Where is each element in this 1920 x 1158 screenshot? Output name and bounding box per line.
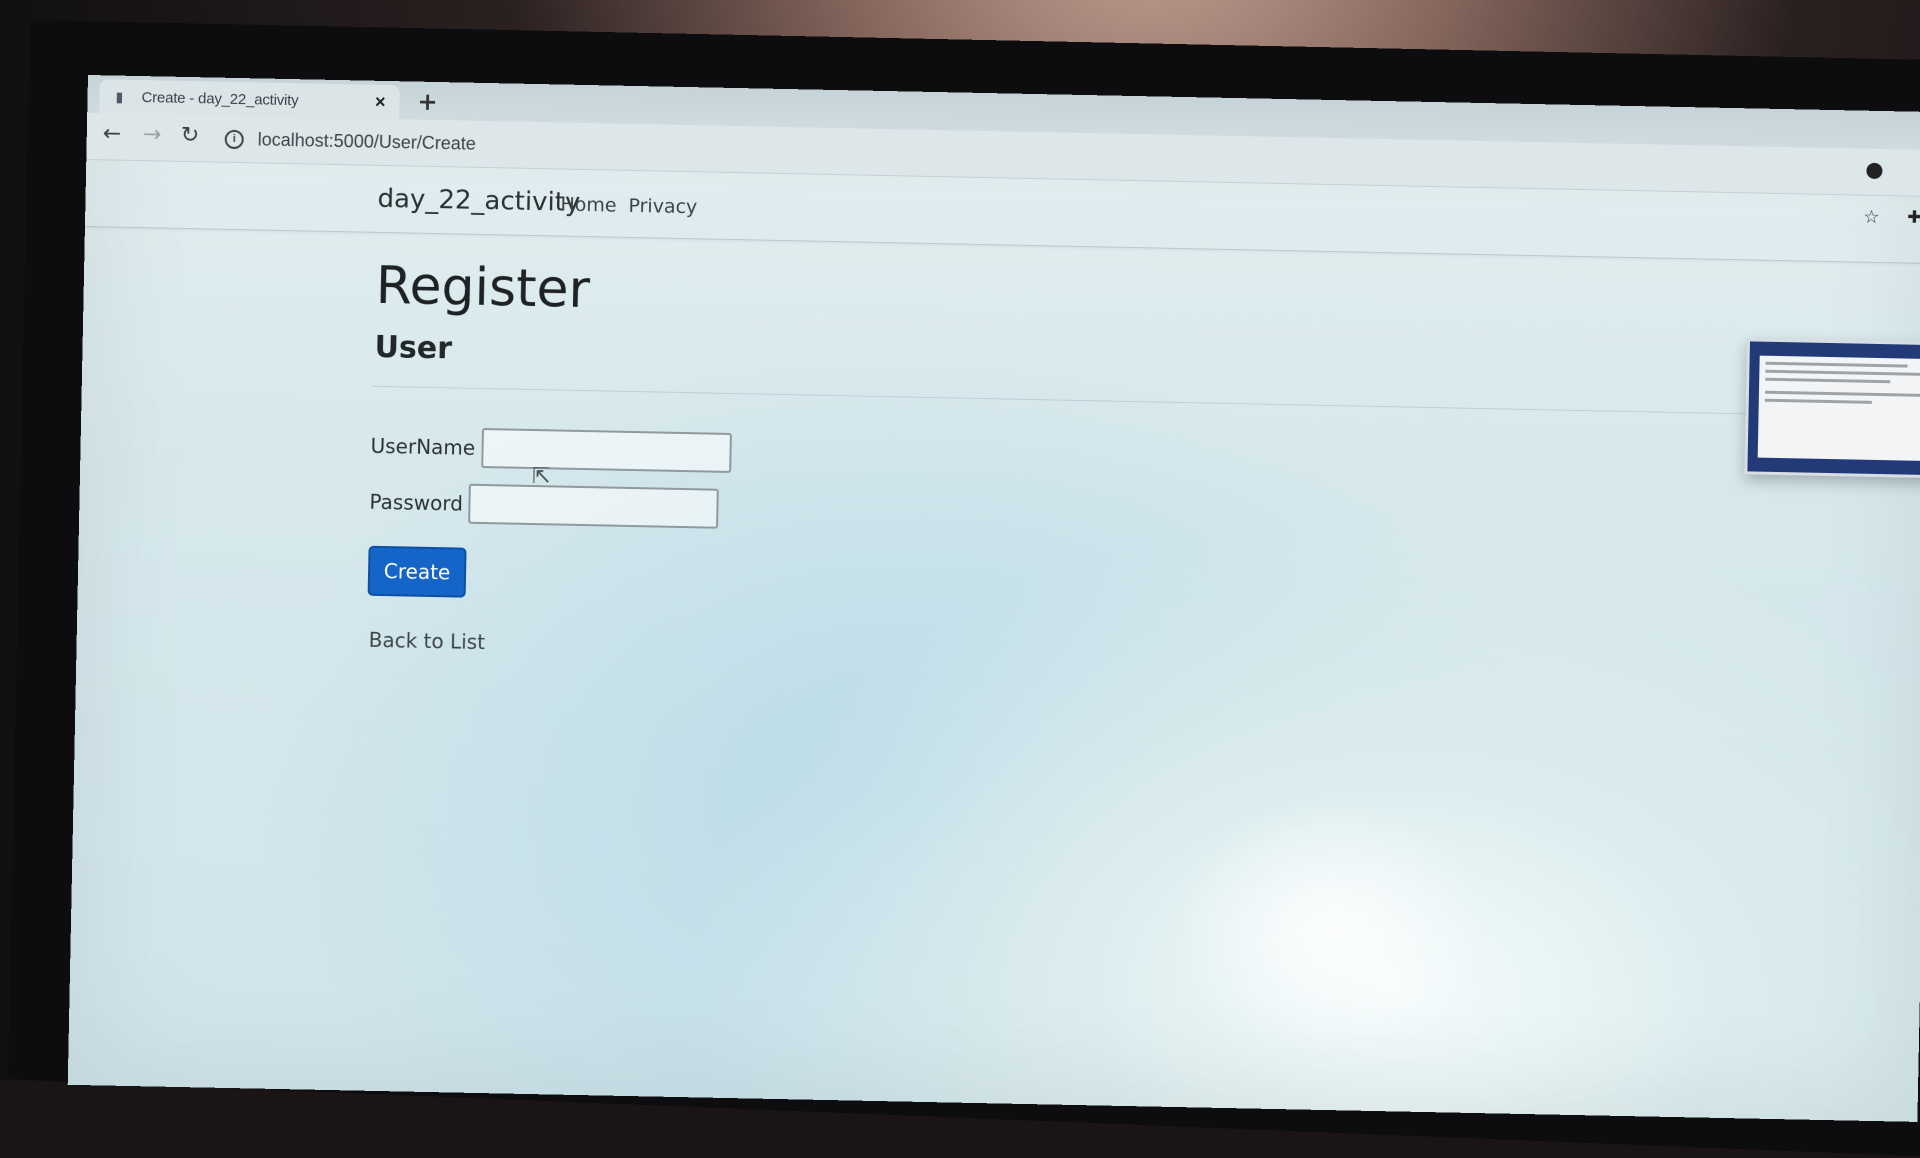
- address-url: localhost:5000/User/Create: [257, 128, 477, 154]
- thumbnail-line: [1765, 369, 1920, 377]
- site-info-icon[interactable]: i: [224, 129, 244, 149]
- new-tab-button[interactable]: +: [417, 88, 438, 116]
- divider: [371, 385, 1852, 417]
- mouse-cursor-icon: ⇱: [531, 463, 551, 490]
- thumbnail-line: [1764, 390, 1920, 397]
- username-input[interactable]: [480, 427, 732, 473]
- profile-icon[interactable]: [1866, 162, 1883, 180]
- username-form-group: UserName: [370, 426, 732, 473]
- screen-glare: [1168, 796, 1494, 1064]
- nav-privacy-link[interactable]: Privacy: [628, 195, 697, 218]
- tab-close-icon[interactable]: ×: [375, 92, 386, 112]
- thumbnail-line: [1765, 377, 1890, 384]
- forward-arrow-icon[interactable]: →: [143, 122, 162, 147]
- create-button[interactable]: Create: [367, 545, 467, 598]
- thumbnail-line: [1765, 361, 1908, 368]
- window-thumbnail-preview[interactable]: [1744, 338, 1920, 479]
- thumbnail-content: [1757, 355, 1920, 462]
- password-label: Password: [369, 489, 464, 516]
- browser-screen: ▮ Create - day_22_activity × + ← → ↻ i l…: [67, 75, 1920, 1122]
- reload-icon[interactable]: ↻: [181, 123, 200, 148]
- tab-title: Create - day_22_activity: [141, 88, 299, 109]
- page-favicon-icon: ▮: [115, 88, 124, 105]
- page-subtitle: User: [374, 329, 453, 367]
- page-title: Register: [375, 255, 591, 321]
- thumbnail-line: [1764, 398, 1872, 404]
- back-arrow-icon[interactable]: ←: [103, 121, 122, 146]
- password-input[interactable]: [468, 483, 720, 529]
- username-label: UserName: [370, 433, 476, 460]
- site-brand-link[interactable]: day_22_activity: [377, 184, 580, 218]
- back-to-list-link[interactable]: Back to List: [368, 628, 485, 654]
- nav-home-link[interactable]: Home: [560, 194, 617, 217]
